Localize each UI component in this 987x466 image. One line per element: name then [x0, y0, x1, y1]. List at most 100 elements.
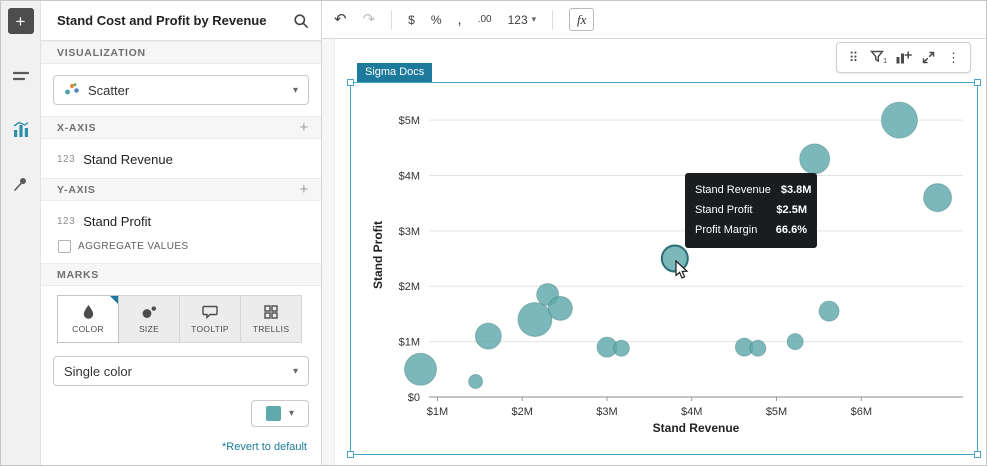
chart-rail-icon[interactable]: [9, 118, 33, 142]
chevron-down-icon: ▾: [293, 366, 298, 377]
tab-tooltip-label: TOOLTIP: [191, 324, 229, 334]
x-tick-label: $2M: [512, 406, 533, 418]
workbook-canvas[interactable]: Sigma Docs ⠿ 1 ⋮: [322, 39, 986, 465]
tooltip-label: Stand Revenue: [695, 180, 771, 200]
y-axis-title: Stand Profit: [371, 221, 385, 289]
y-tick-label: $3M: [399, 226, 420, 238]
number-format-value: 123: [508, 13, 528, 27]
scatter-bubble[interactable]: [819, 301, 839, 321]
y-tick-label: $5M: [399, 115, 420, 127]
visualization-type-dropdown[interactable]: Scatter ▾: [53, 75, 309, 105]
section-visualization: VISUALIZATION: [41, 41, 321, 64]
resize-handle[interactable]: [974, 79, 981, 86]
app-window: + Stand Cost and Profit by Revenue VISUA…: [0, 0, 987, 466]
scatter-type-icon: [64, 82, 80, 99]
x-axis-title: Stand Revenue: [653, 421, 740, 435]
resize-handle[interactable]: [974, 451, 981, 458]
tooltip-row: Profit Margin 66.6%: [695, 220, 807, 240]
svg-text:1: 1: [883, 56, 887, 65]
config-panel: Stand Cost and Profit by Revenue VISUALI…: [41, 1, 322, 465]
trellis-grid-icon: [264, 305, 278, 319]
color-swatch-dropdown[interactable]: ▾: [251, 400, 309, 427]
scatter-bubble[interactable]: [405, 353, 437, 385]
element-toolbar: ⠿ 1 ⋮: [836, 42, 971, 73]
tooltip-value: 66.6%: [776, 220, 807, 240]
tooltip-label: Stand Profit: [695, 200, 752, 220]
tooltip-row: Stand Revenue $3.8M: [695, 180, 807, 200]
hover-tooltip: Stand Revenue $3.8M Stand Profit $2.5M P…: [685, 173, 817, 248]
color-mode-value: Single color: [64, 364, 132, 379]
format-toolbar: ↶ ↷ $ % , .00 123 ▾ fx: [322, 1, 986, 39]
x-axis-field[interactable]: 123 Stand Revenue: [41, 144, 321, 174]
scatter-bubble[interactable]: [750, 340, 766, 356]
chevron-down-icon: ▾: [293, 85, 298, 96]
filter-icon[interactable]: 1: [867, 46, 890, 70]
formula-button[interactable]: fx: [569, 8, 594, 31]
mouse-cursor-icon: [674, 260, 690, 280]
scatter-bubble[interactable]: [613, 340, 629, 356]
scatter-bubble[interactable]: [881, 102, 917, 138]
x-axis-add-button[interactable]: +: [300, 119, 309, 136]
marks-tabs: COLOR SIZE TOOLTIP TRELLIS: [41, 286, 321, 343]
tooltip-label: Profit Margin: [695, 220, 757, 240]
y-tick-label: $4M: [399, 170, 420, 182]
x-tick-label: $1M: [427, 406, 448, 418]
kebab-menu-icon[interactable]: ⋮: [942, 46, 965, 70]
y-axis-label: Y-AXIS: [57, 184, 96, 196]
decimal-places-icon[interactable]: .00: [478, 15, 492, 25]
tab-trellis[interactable]: TRELLIS: [240, 295, 302, 343]
scatter-bubble[interactable]: [800, 144, 830, 174]
scatter-bubble[interactable]: [475, 323, 501, 349]
undo-icon[interactable]: ↶: [334, 12, 347, 27]
search-icon[interactable]: [293, 13, 309, 29]
y-tick-label: $1M: [399, 337, 420, 349]
number-type-icon: 123: [57, 216, 75, 227]
y-axis-add-button[interactable]: +: [300, 181, 309, 198]
section-y-axis: Y-AXIS +: [41, 178, 321, 201]
revert-to-default-link[interactable]: *Revert to default: [41, 441, 321, 453]
tooltip-bubble-icon: [202, 305, 218, 319]
scatter-bubble[interactable]: [518, 302, 552, 336]
visualization-type-value: Scatter: [88, 83, 129, 98]
color-mode-dropdown[interactable]: Single color ▾: [53, 356, 309, 386]
resize-handle[interactable]: [347, 451, 354, 458]
tab-color[interactable]: COLOR: [57, 295, 119, 343]
drag-handle-icon[interactable]: ⠿: [842, 46, 865, 70]
x-tick-label: $3M: [596, 406, 617, 418]
canvas-scrollbar-track[interactable]: [322, 39, 335, 465]
left-rail: +: [1, 1, 41, 465]
number-format-dropdown[interactable]: 123 ▾: [508, 13, 537, 27]
tab-size-label: SIZE: [139, 324, 159, 334]
tooltip-value: $3.8M: [781, 180, 812, 200]
tab-size[interactable]: SIZE: [118, 295, 180, 343]
pages-icon[interactable]: [9, 64, 33, 88]
aggregate-values-label: AGGREGATE VALUES: [78, 241, 189, 252]
y-axis-field-name: Stand Profit: [83, 214, 151, 229]
redo-icon[interactable]: ↷: [363, 12, 376, 27]
aggregate-values-checkbox[interactable]: [58, 240, 71, 253]
scatter-bubble[interactable]: [787, 334, 803, 350]
tab-trellis-label: TRELLIS: [253, 324, 290, 334]
y-axis-field[interactable]: 123 Stand Profit: [41, 206, 321, 236]
percent-format-icon[interactable]: %: [431, 14, 442, 26]
y-tick-label: $2M: [399, 281, 420, 293]
pin-icon[interactable]: [9, 172, 33, 196]
tab-tooltip[interactable]: TOOLTIP: [179, 295, 241, 343]
section-x-axis: X-AXIS +: [41, 116, 321, 139]
resize-handle[interactable]: [347, 79, 354, 86]
color-drop-icon: [82, 304, 95, 319]
add-element-button[interactable]: +: [8, 8, 34, 34]
section-marks: MARKS: [41, 263, 321, 286]
x-tick-label: $4M: [681, 406, 702, 418]
scatter-bubble[interactable]: [924, 184, 952, 212]
scatter-bubble[interactable]: [469, 374, 483, 388]
maximize-icon[interactable]: [917, 46, 940, 70]
add-child-chart-icon[interactable]: [892, 46, 915, 70]
toolbar-divider: [391, 10, 392, 30]
currency-format-icon[interactable]: $: [408, 14, 415, 26]
number-type-icon: 123: [57, 154, 75, 165]
scatter-chart-element[interactable]: $0$1M$2M$3M$4M$5M$1M$2M$3M$4M$5M$6M Stan…: [350, 82, 978, 455]
marks-label: MARKS: [57, 269, 99, 281]
comma-format-icon[interactable]: ,: [458, 12, 462, 27]
scatter-bubble[interactable]: [548, 296, 572, 320]
